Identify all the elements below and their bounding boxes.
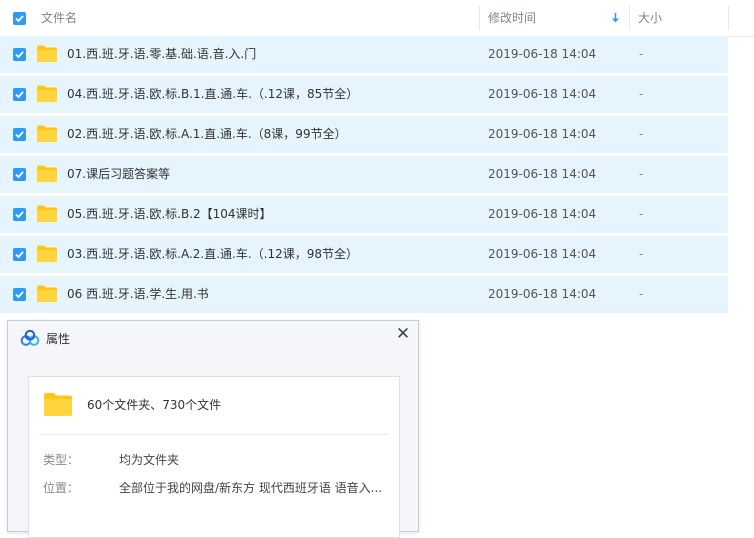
folder-icon (44, 393, 72, 416)
file-name[interactable]: 06 西.班.牙.语.学.生.用.书 (67, 276, 209, 313)
file-size: - (639, 87, 644, 101)
panel-divider (39, 434, 389, 435)
check-icon (15, 251, 24, 259)
select-all-checkbox[interactable] (13, 12, 26, 25)
file-mtime: 2019-06-18 14:04 (488, 127, 597, 141)
baidu-netdisk-icon (20, 330, 40, 346)
file-size: - (639, 247, 644, 261)
file-list-header: 文件名 修改时间 大小 (0, 0, 754, 37)
type-value: 均为文件夹 (119, 453, 180, 467)
check-icon (15, 15, 24, 23)
folder-icon (37, 165, 57, 182)
file-mtime: 2019-06-18 14:04 (488, 287, 597, 301)
check-icon (15, 131, 24, 139)
column-header-name[interactable]: 文件名 (41, 0, 77, 36)
dialog-titlebar[interactable]: 属性 ✕ (8, 321, 418, 357)
file-row[interactable]: 05.西.班.牙.语.欧.标.B.2【104课时】 2019-06-18 14:… (0, 196, 728, 233)
dialog-title: 属性 (46, 332, 71, 346)
column-header-size[interactable]: 大小 (638, 0, 662, 36)
location-label: 位置： (43, 481, 80, 495)
location-value: 全部位于我的网盘/新东方 现代西班牙语 语音入... (119, 481, 383, 495)
file-row[interactable]: 01.西.班.牙.语.零.基.础.语.音.入.门 2019-06-18 14:0… (0, 36, 728, 73)
column-divider (629, 6, 630, 30)
row-checkbox[interactable] (13, 288, 26, 301)
properties-panel: 60个文件夹、730个文件 类型： 均为文件夹 位置： 全部位于我的网盘/新东方… (28, 376, 400, 538)
folder-icon (37, 45, 57, 62)
row-checkbox[interactable] (13, 128, 26, 141)
file-mtime: 2019-06-18 14:04 (488, 247, 597, 261)
file-row[interactable]: 06 西.班.牙.语.学.生.用.书 2019-06-18 14:04 - (0, 276, 728, 313)
row-checkbox[interactable] (13, 168, 26, 181)
file-name[interactable]: 01.西.班.牙.语.零.基.础.语.音.入.门 (67, 36, 256, 73)
column-divider (728, 6, 729, 30)
file-row[interactable]: 04.西.班.牙.语.欧.标.B.1.直.通.车.（.12课，85节全） 201… (0, 76, 728, 113)
row-checkbox[interactable] (13, 208, 26, 221)
file-name[interactable]: 03.西.班.牙.语.欧.标.A.2.直.通.车.（.12课，98节全） (67, 236, 358, 273)
type-label: 类型： (43, 453, 80, 467)
file-name[interactable]: 04.西.班.牙.语.欧.标.B.1.直.通.车.（.12课，85节全） (67, 76, 358, 113)
check-icon (15, 51, 24, 59)
file-size: - (639, 47, 644, 61)
row-checkbox[interactable] (13, 248, 26, 261)
folder-icon (37, 285, 57, 302)
sort-desc-icon[interactable] (611, 12, 620, 24)
file-name[interactable]: 07.课后习题答案等 (67, 156, 170, 193)
check-icon (15, 291, 24, 299)
close-icon[interactable]: ✕ (393, 324, 413, 344)
file-size: - (639, 167, 644, 181)
folder-icon (37, 205, 57, 222)
column-header-mtime[interactable]: 修改时间 (488, 0, 536, 36)
file-mtime: 2019-06-18 14:04 (488, 47, 597, 61)
file-row[interactable]: 03.西.班.牙.语.欧.标.A.2.直.通.车.（.12课，98节全） 201… (0, 236, 728, 273)
file-mtime: 2019-06-18 14:04 (488, 167, 597, 181)
check-icon (15, 211, 24, 219)
file-size: - (639, 207, 644, 221)
file-mtime: 2019-06-18 14:04 (488, 87, 597, 101)
file-mtime: 2019-06-18 14:04 (488, 207, 597, 221)
check-icon (15, 91, 24, 99)
file-size: - (639, 287, 644, 301)
folder-icon (37, 125, 57, 142)
file-name[interactable]: 02.西.班.牙.语.欧.标.A.1.直.通.车.（8课，99节全） (67, 116, 347, 153)
column-divider (479, 6, 480, 30)
row-checkbox[interactable] (13, 88, 26, 101)
file-row[interactable]: 02.西.班.牙.语.欧.标.A.1.直.通.车.（8课，99节全） 2019-… (0, 116, 728, 153)
file-row[interactable]: 07.课后习题答案等 2019-06-18 14:04 - (0, 156, 728, 193)
folder-icon (37, 85, 57, 102)
row-checkbox[interactable] (13, 48, 26, 61)
file-size: - (639, 127, 644, 141)
properties-dialog: 属性 ✕ 60个文件夹、730个文件 类型： 均为文件夹 位置： 全部位于我的网… (7, 320, 419, 538)
selection-summary: 60个文件夹、730个文件 (87, 398, 222, 412)
check-icon (15, 171, 24, 179)
folder-icon (37, 245, 57, 262)
file-name[interactable]: 05.西.班.牙.语.欧.标.B.2【104课时】 (67, 196, 272, 233)
